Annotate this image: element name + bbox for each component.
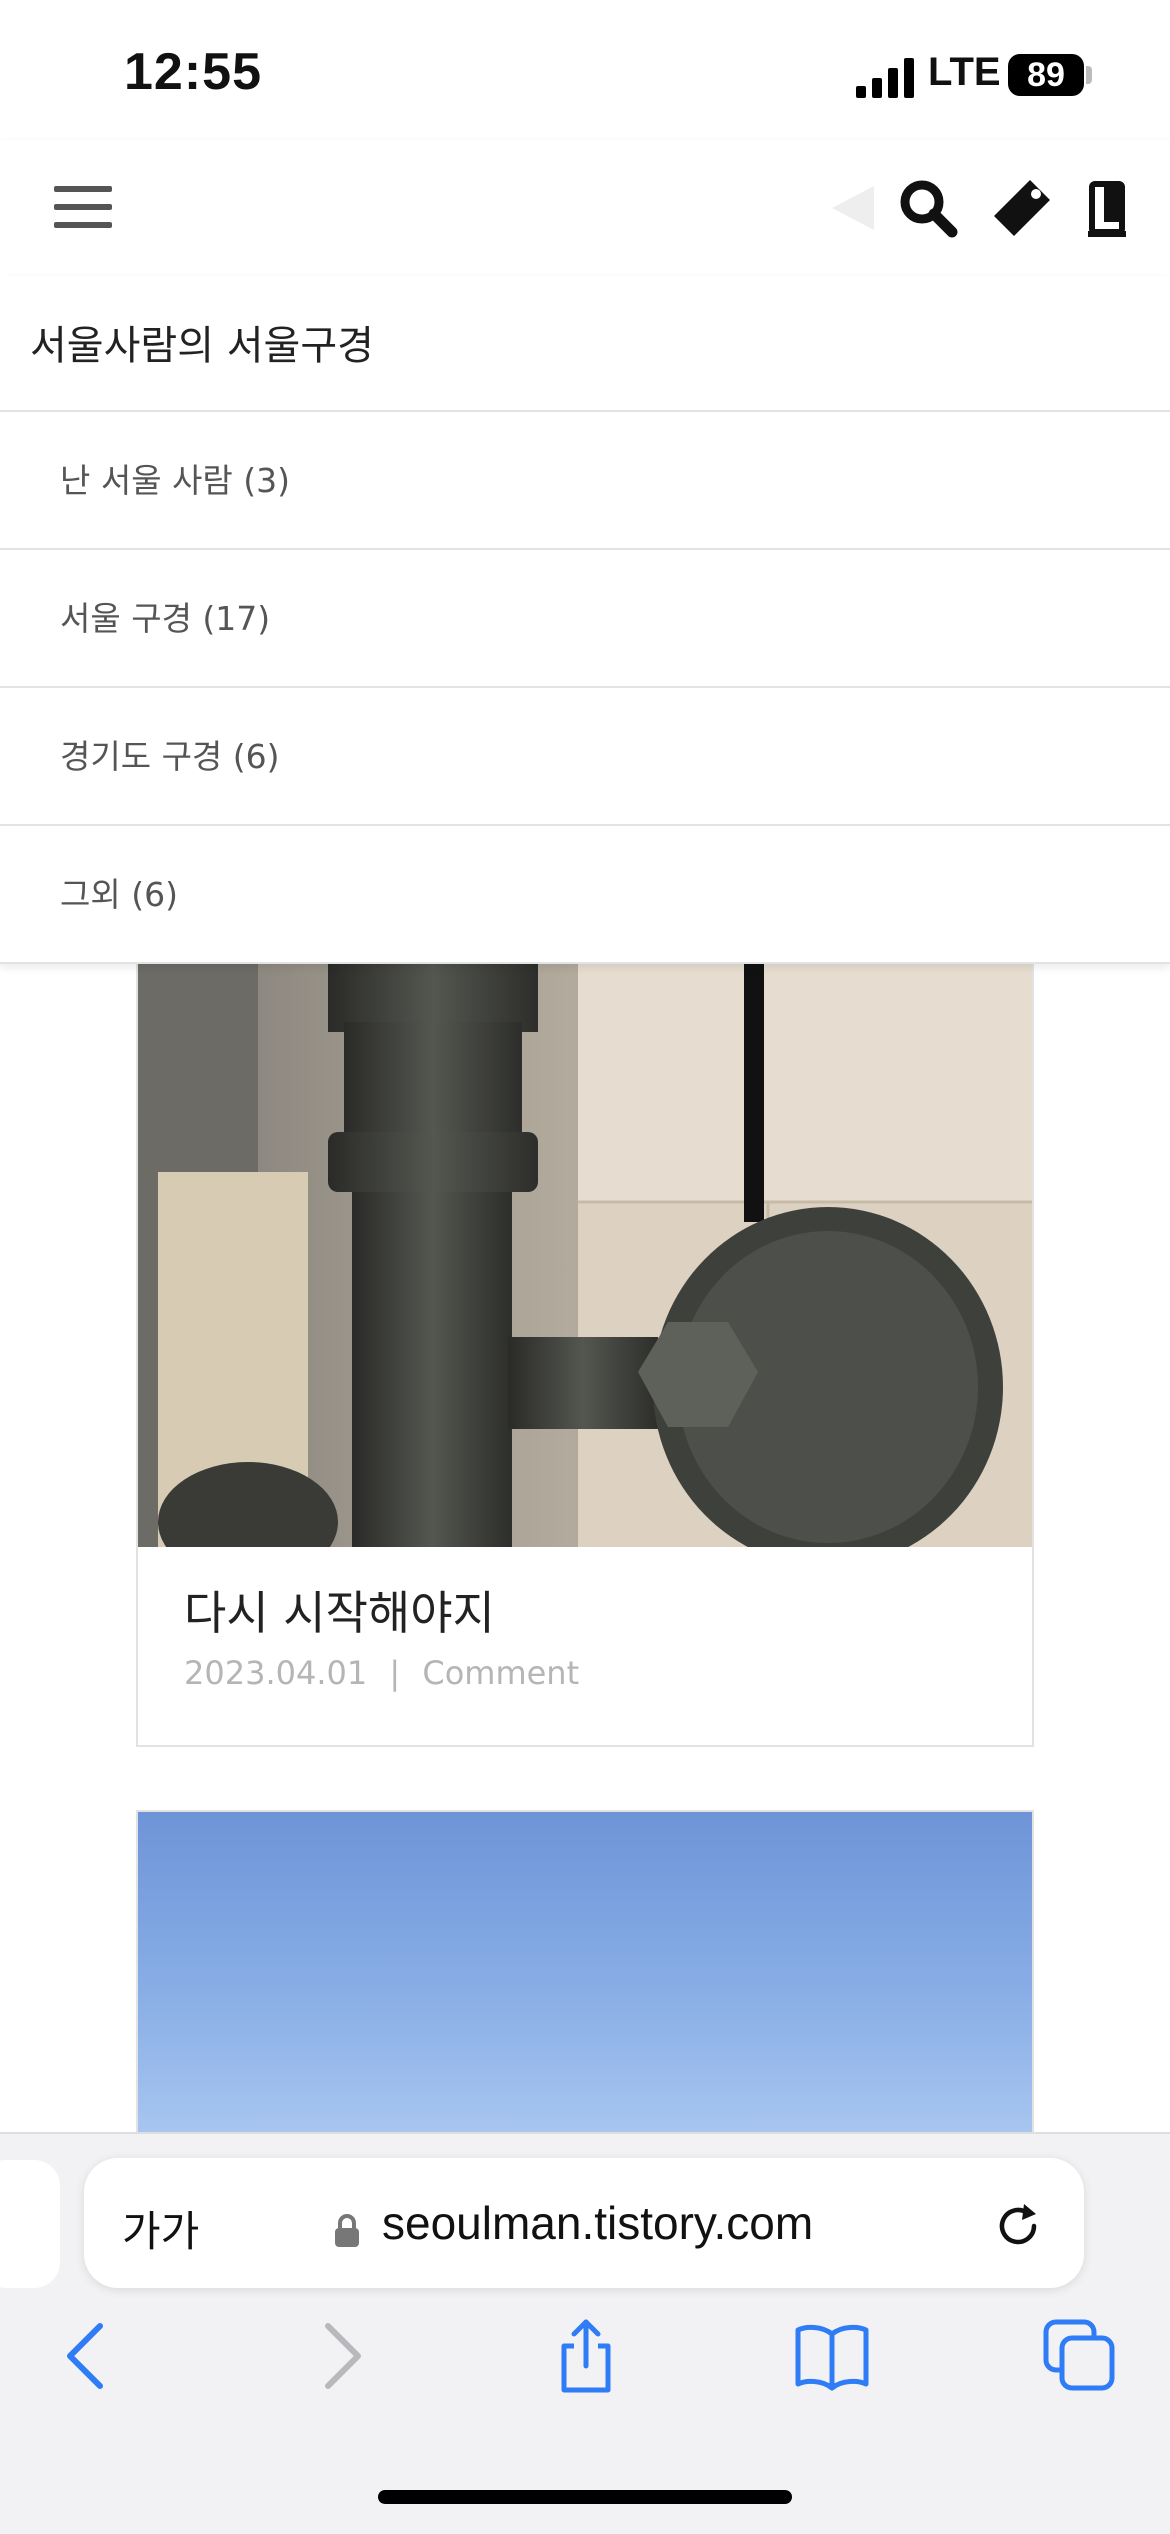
hamburger-icon[interactable] (54, 186, 112, 228)
url-text[interactable]: seoulman.tistory.com (382, 2196, 813, 2250)
category-item-others[interactable]: 그외 (6) (0, 826, 1170, 964)
back-arrow-icon[interactable] (818, 176, 882, 240)
guestbook-icon[interactable] (1078, 176, 1142, 240)
blog-header (0, 140, 1170, 276)
battery-icon: 89 (1008, 54, 1084, 96)
battery-tip (1086, 66, 1092, 84)
meta-separator: | (389, 1654, 401, 1692)
post-title[interactable]: 다시 시작해야지 (184, 1577, 495, 1643)
tabs-icon[interactable] (1040, 2316, 1120, 2396)
post-card[interactable] (136, 1810, 1034, 2142)
tag-icon[interactable] (990, 176, 1054, 240)
forward-nav-icon[interactable] (300, 2316, 380, 2396)
network-type: LTE (928, 50, 1001, 94)
share-icon[interactable] (546, 2316, 626, 2396)
bookmarks-icon[interactable] (792, 2316, 872, 2396)
category-item-seoul-person[interactable]: 난 서울 사람 (3) (0, 412, 1170, 550)
comment-link[interactable]: Comment (422, 1654, 579, 1692)
status-time: 12:55 (124, 43, 262, 101)
cellular-signal-icon (856, 58, 914, 98)
back-nav-icon[interactable] (48, 2316, 128, 2396)
post-thumbnail[interactable] (138, 962, 1032, 1547)
category-item-seoul-sightseeing[interactable]: 서울 구경 (17) (0, 550, 1170, 688)
battery-level: 89 (1027, 56, 1065, 94)
status-bar: 12:55 LTE 89 (0, 0, 1170, 140)
post-meta: 2023.04.01 | Comment (184, 1654, 579, 1692)
category-item-gyeonggi-sightseeing[interactable]: 경기도 구경 (6) (0, 688, 1170, 826)
search-icon[interactable] (896, 176, 960, 240)
pipe-valve-image (138, 962, 1032, 1547)
sky-image[interactable] (138, 1812, 1032, 2142)
post-date: 2023.04.01 (184, 1654, 368, 1692)
category-menu: 서울사람의 서울구경 난 서울 사람 (3) 서울 구경 (17) 경기도 구경… (0, 276, 1170, 964)
text-size-button[interactable]: 가가 (122, 2198, 199, 2259)
reload-icon[interactable] (990, 2198, 1046, 2254)
address-bar[interactable]: 가가 seoulman.tistory.com (84, 2158, 1084, 2288)
previous-tab-peek[interactable] (0, 2160, 60, 2288)
blog-title[interactable]: 서울사람의 서울구경 (0, 276, 1170, 412)
post-card[interactable]: 다시 시작해야지 2023.04.01 | Comment (136, 960, 1034, 1747)
lock-icon (335, 2214, 359, 2247)
home-indicator[interactable] (378, 2490, 792, 2504)
